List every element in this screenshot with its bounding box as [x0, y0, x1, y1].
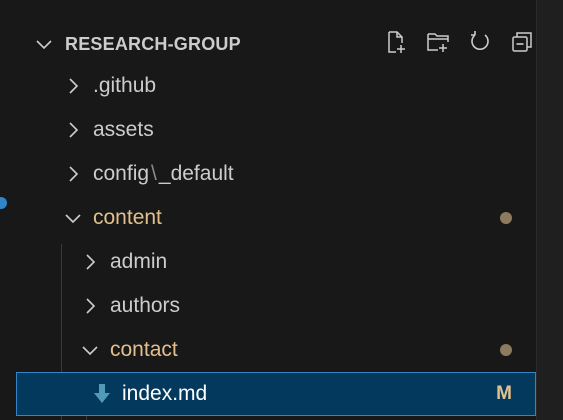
tree-item-label: authors	[110, 294, 181, 317]
activity-edge	[0, 0, 7, 420]
markdown-file-icon	[90, 382, 114, 406]
chevron-down-icon	[31, 31, 57, 57]
new-folder-icon[interactable]	[424, 28, 452, 56]
chevron-right-icon	[78, 294, 102, 318]
scrollbar-gutter[interactable]	[536, 0, 563, 420]
refresh-icon[interactable]	[466, 28, 494, 56]
edge-indicator-dot	[0, 197, 7, 209]
modified-dot	[500, 212, 512, 224]
git-status-badge: M	[496, 383, 512, 404]
tree-item-content[interactable]: content	[16, 196, 536, 240]
explorer-section-header[interactable]: RESEARCH-GROUP	[16, 20, 536, 68]
explorer-panel: RESEARCH-GROUP .github assets config\_de…	[16, 0, 536, 420]
chevron-right-icon	[61, 74, 85, 98]
chevron-down-icon	[78, 338, 102, 362]
path-separator: \	[151, 162, 157, 185]
tree-item-admin[interactable]: admin	[16, 240, 536, 284]
collapse-all-icon[interactable]	[508, 28, 536, 56]
tree-item-github[interactable]: .github	[16, 64, 536, 108]
header-actions	[382, 28, 536, 56]
chevron-right-icon	[61, 162, 85, 186]
tree-item-contact[interactable]: contact	[16, 328, 536, 372]
tree-item-index-md[interactable]: index.md M	[16, 372, 536, 416]
chevron-down-icon	[61, 206, 85, 230]
tree-item-config-default[interactable]: config\_default	[16, 152, 536, 196]
new-file-icon[interactable]	[382, 28, 410, 56]
tree-item-label: admin	[110, 250, 168, 273]
chevron-right-icon	[61, 118, 85, 142]
tree-item-label: index.md	[122, 382, 208, 405]
section-title: RESEARCH-GROUP	[65, 33, 241, 54]
explorer-frame: RESEARCH-GROUP .github assets config\_de…	[0, 0, 563, 420]
tree-item-label: contact	[110, 338, 178, 361]
tree-item-assets[interactable]: assets	[16, 108, 536, 152]
path-segment: _default	[158, 162, 234, 185]
tree-item-label: config\_default	[93, 162, 234, 186]
chevron-right-icon	[78, 250, 102, 274]
tree-item-label: .github	[93, 74, 157, 97]
tree-item-authors[interactable]: authors	[16, 284, 536, 328]
tree-item-label: content	[93, 206, 162, 229]
modified-dot	[500, 344, 512, 356]
tree-item-label: assets	[93, 118, 154, 141]
path-segment: config	[93, 162, 150, 185]
